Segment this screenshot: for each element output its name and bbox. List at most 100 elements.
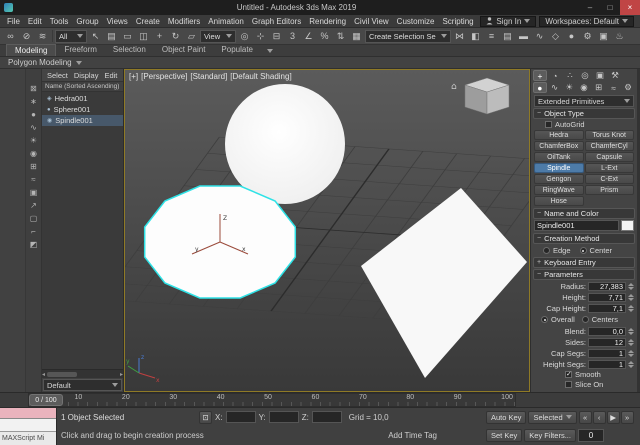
viewport-label-segment[interactable]: [Perspective] — [141, 72, 187, 81]
macro-recorder-pane[interactable] — [0, 408, 56, 419]
scrollbar-thumb[interactable] — [47, 372, 77, 377]
explorer-lock-icon[interactable]: ⊠ — [27, 83, 40, 94]
objtype-oiltank[interactable]: OilTank — [534, 152, 584, 162]
explorer-menu-select[interactable]: Select — [44, 71, 71, 80]
use-pivot-center-icon[interactable]: ◎ — [237, 29, 252, 44]
named-selection-set-dropdown[interactable]: Create Selection Se — [365, 30, 451, 43]
sphere-object[interactable] — [225, 84, 345, 204]
bind-to-spacewarp-icon[interactable]: ≋ — [35, 29, 50, 44]
menu-customize[interactable]: Customize — [393, 17, 439, 26]
rollout-keyboard-entry[interactable]: Keyboard Entry — [533, 257, 635, 268]
auto-key-button[interactable]: Auto Key — [486, 411, 526, 424]
go-to-end-button[interactable]: » — [621, 411, 634, 424]
objtype-chamferbox[interactable]: ChamferBox — [534, 141, 584, 151]
time-slider[interactable]: 0 / 100 — [29, 394, 63, 406]
scene-item-spindle001[interactable]: ◉ Spindle001 — [42, 115, 123, 126]
previous-frame-button[interactable]: ‹ — [593, 411, 606, 424]
explorer-show-materials-icon[interactable]: ◩ — [27, 239, 40, 250]
objtype-gengon[interactable]: Gengon — [534, 174, 584, 184]
explorer-show-all-icon[interactable]: ∗ — [27, 96, 40, 107]
spinner-arrows[interactable] — [628, 305, 634, 312]
layer-explorer-toggle-icon[interactable]: ▤ — [500, 29, 515, 44]
select-and-link-icon[interactable]: ∞ — [3, 29, 18, 44]
spinner-value-field[interactable]: 27,383 — [588, 282, 626, 291]
explorer-show-shapes-icon[interactable]: ∿ — [27, 122, 40, 133]
set-key-button[interactable]: Set Key — [486, 429, 522, 442]
viewport-canvas[interactable]: Z x y ⌂ x y z — [125, 70, 529, 391]
objtype-hose[interactable]: Hose — [534, 196, 584, 206]
go-to-start-button[interactable]: « — [579, 411, 592, 424]
menu-scripting[interactable]: Scripting — [438, 17, 477, 26]
select-and-rotate-icon[interactable]: ↻ — [168, 29, 183, 44]
explorer-show-cameras-icon[interactable]: ◉ — [27, 148, 40, 159]
explorer-show-groups-icon[interactable]: ▣ — [27, 187, 40, 198]
select-and-move-icon[interactable]: + — [152, 29, 167, 44]
check-smooth[interactable]: Smooth — [531, 370, 637, 379]
explorer-show-containers-icon[interactable]: ▢ — [27, 213, 40, 224]
helpers-category-icon[interactable]: ⊞ — [592, 82, 606, 93]
current-frame-field[interactable]: 0 — [578, 429, 604, 442]
rollout-object-type[interactable]: Object Type — [533, 108, 635, 119]
systems-category-icon[interactable]: ⚙ — [621, 82, 635, 93]
explorer-show-helpers-icon[interactable]: ⊞ — [27, 161, 40, 172]
angle-snap-icon[interactable]: ∠ — [301, 29, 316, 44]
autogrid-checkbox[interactable] — [545, 121, 552, 128]
objtype-c-ext[interactable]: C-Ext — [585, 174, 635, 184]
check-slice-on[interactable]: Slice On — [531, 380, 637, 389]
blend-centers[interactable]: Centers — [582, 315, 618, 324]
explorer-default-dropdown[interactable]: Default — [43, 379, 122, 391]
rect-selection-region-icon[interactable]: ▭ — [120, 29, 135, 44]
scene-explorer-toggle-icon[interactable]: ≡ — [484, 29, 499, 44]
time-ruler[interactable]: 0102030405060708090100 — [28, 393, 516, 407]
menu-create[interactable]: Create — [132, 17, 164, 26]
geometry-category-icon[interactable]: ● — [533, 82, 547, 93]
motion-tab-icon[interactable]: ◎ — [578, 70, 592, 81]
spinner-value-field[interactable]: 1 — [588, 360, 626, 369]
object-name-input[interactable]: Spindle001 — [534, 220, 619, 231]
perspective-viewport[interactable]: [+][Perspective][Standard][Default Shadi… — [124, 69, 530, 392]
z-coord-field[interactable] — [312, 411, 342, 423]
viewport-label-segment[interactable]: [Default Shading] — [230, 72, 291, 81]
ribbon-tab-selection[interactable]: Selection — [105, 44, 154, 56]
key-filters-button[interactable]: Key Filters... — [524, 429, 576, 442]
spinner-arrows[interactable] — [628, 361, 634, 368]
spinner-value-field[interactable]: 7,1 — [588, 304, 626, 313]
ribbon-minimize-icon[interactable] — [267, 49, 273, 53]
lights-category-icon[interactable]: ☀ — [562, 82, 576, 93]
blend-overall[interactable]: Overall — [541, 315, 575, 324]
ribbon-tab-freeform[interactable]: Freeform — [56, 44, 104, 56]
maxscript-mini-listener[interactable]: MAXScript Mi — [0, 408, 57, 445]
play-button[interactable]: ▶ — [607, 411, 620, 424]
explorer-menu-display[interactable]: Display — [71, 71, 102, 80]
spinner-arrows[interactable] — [628, 328, 634, 335]
close-button[interactable]: × — [620, 0, 640, 15]
spinner-value-field[interactable]: 1 — [588, 349, 626, 358]
menu-modifiers[interactable]: Modifiers — [164, 17, 204, 26]
objtype-torus-knot[interactable]: Torus Knot — [585, 130, 635, 140]
explorer-show-geometry-icon[interactable]: ● — [27, 109, 40, 120]
mirror-icon[interactable]: ⋈ — [452, 29, 467, 44]
rollout-parameters[interactable]: Parameters — [533, 269, 635, 280]
rollout-creation-method[interactable]: Creation Method — [533, 233, 635, 244]
spinner-arrows[interactable] — [628, 350, 634, 357]
menu-graph-editors[interactable]: Graph Editors — [248, 17, 305, 26]
hierarchy-tab-icon[interactable]: ∴ — [563, 70, 577, 81]
explorer-show-bones-icon[interactable]: ⌐ — [27, 226, 40, 237]
spacewarps-category-icon[interactable]: ≈ — [607, 82, 621, 93]
selection-lock-icon[interactable]: ⊡ — [199, 411, 212, 424]
ribbon-tab-modeling[interactable]: Modeling — [6, 44, 56, 56]
viewport-label-segment[interactable]: [Standard] — [190, 72, 227, 81]
y-coord-field[interactable] — [269, 411, 299, 423]
object-color-swatch[interactable] — [621, 220, 634, 231]
spinner-arrows[interactable] — [628, 283, 634, 290]
objtype-hedra[interactable]: Hedra — [534, 130, 584, 140]
display-tab-icon[interactable]: ▣ — [593, 70, 607, 81]
cameras-category-icon[interactable]: ◉ — [577, 82, 591, 93]
menu-animation[interactable]: Animation — [204, 17, 248, 26]
spinner-snap-icon[interactable]: ⇅ — [333, 29, 348, 44]
render-production-icon[interactable]: ♨ — [612, 29, 627, 44]
primitive-category-dropdown[interactable]: Extended Primitives — [534, 95, 634, 107]
creation-edge[interactable]: Edge — [543, 246, 571, 255]
workspaces-dropdown[interactable]: Workspaces: Default — [539, 16, 634, 27]
maximize-button[interactable]: □ — [600, 0, 620, 15]
